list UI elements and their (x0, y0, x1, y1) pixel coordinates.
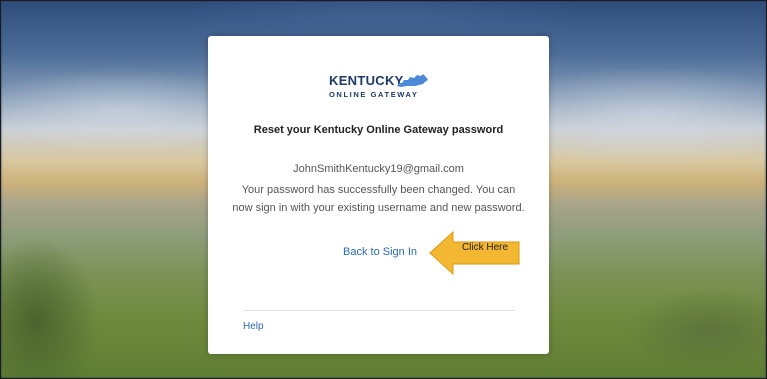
logo-title: KENTUCKY (329, 73, 404, 88)
success-message: Your password has successfully been chan… (208, 181, 549, 217)
logo-subtitle: ONLINE GATEWAY (329, 90, 419, 99)
callout-label: Click Here (461, 242, 509, 253)
back-to-sign-in-link[interactable]: Back to Sign In (343, 246, 417, 258)
click-here-callout: Click Here (429, 230, 521, 276)
help-link[interactable]: Help (243, 321, 264, 332)
account-email: JohnSmithKentucky19@gmail.com (293, 163, 464, 175)
success-message-line-1: Your password has successfully been chan… (241, 184, 516, 196)
page-title: Reset your Kentucky Online Gateway passw… (253, 124, 504, 136)
kentucky-online-gateway-logo: KENTUCKY ONLINE GATEWAY (329, 73, 433, 103)
success-message-line-2: now sign in with your existing username … (232, 202, 525, 214)
arrow-left-icon (429, 230, 520, 276)
kentucky-state-icon (397, 74, 428, 87)
screenshot-frame: KENTUCKY ONLINE GATEWAY Reset your Kentu… (0, 0, 767, 379)
card-divider (243, 310, 515, 311)
